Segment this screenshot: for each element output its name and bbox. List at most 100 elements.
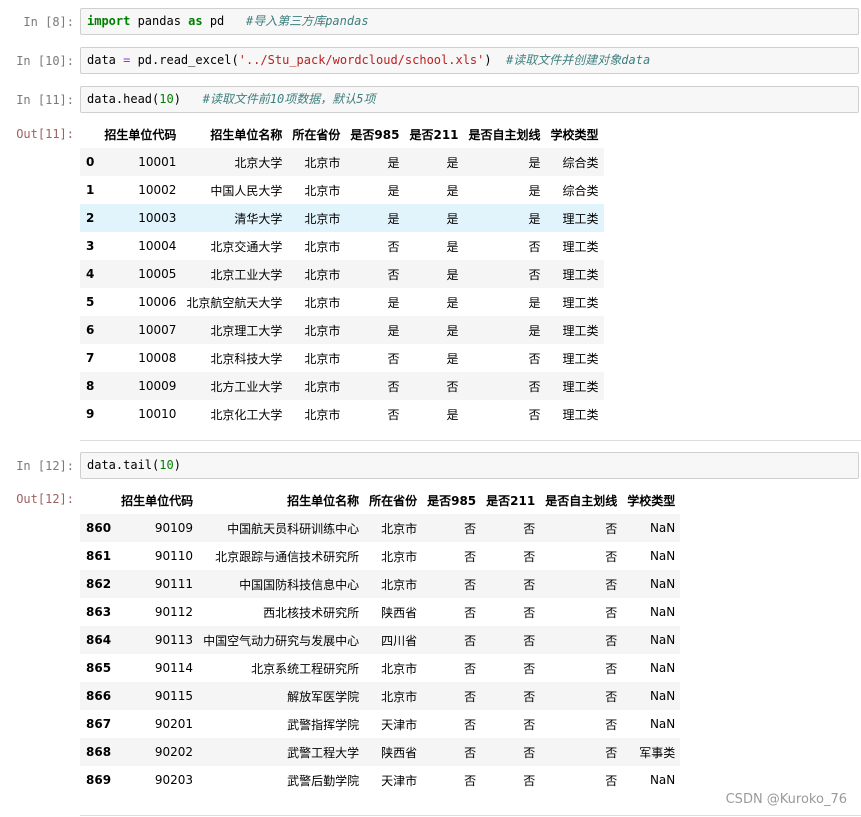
table-cell: 是 (446, 155, 459, 170)
row-index: 861 (86, 549, 112, 563)
table-cell: 北京跟踪与通信技术研究所 (215, 549, 360, 564)
code-cell-12[interactable]: data.tail(10) (80, 452, 859, 479)
table-row: 7 10008 北京科技大学 北京市 否 是 否 理工类 (80, 344, 604, 372)
code-text: data.tail( (87, 458, 160, 472)
code-cell-10[interactable]: data = pd.read_excel('../Stu_pack/wordcl… (80, 47, 859, 74)
table-cell: 天津市 (381, 773, 418, 788)
table-cell: 北京市 (381, 661, 418, 676)
column-header: 学校类型 (627, 493, 676, 508)
table-cell: 中国人民大学 (210, 183, 283, 198)
table-cell: 否 (446, 379, 459, 394)
table-cell: 是 (387, 155, 400, 170)
table-cell: 否 (523, 605, 536, 620)
table-cell: 西北核技术研究所 (263, 605, 360, 620)
column-header: 招生单位代码 (104, 127, 177, 142)
code-cell-11[interactable]: data.head(10) #读取文件前10项数据，默认5项 (80, 86, 859, 113)
table-cell: 否 (605, 717, 618, 732)
table-cell: 否 (528, 267, 541, 282)
table-cell: 否 (605, 605, 618, 620)
code-cell-8[interactable]: import pandas as pd #导入第三方库pandas (80, 8, 859, 35)
column-header: 招生单位名称 (210, 127, 283, 142)
table-cell: 否 (523, 717, 536, 732)
row-index: 7 (86, 351, 95, 365)
table-cell: 理工类 (562, 379, 599, 394)
table-cell: 否 (464, 633, 477, 648)
table-cell: 10010 (138, 407, 177, 421)
table-cell: 90109 (154, 521, 194, 535)
table-cell: 否 (605, 633, 618, 648)
row-index: 866 (86, 689, 112, 703)
table-cell: 否 (464, 605, 477, 620)
table-cell: 北京市 (304, 183, 341, 198)
table-cell: 否 (464, 717, 477, 732)
table-cell: 是 (387, 183, 400, 198)
table-row: 9 10010 北京化工大学 北京市 否 是 否 理工类 (80, 400, 604, 428)
table-cell: 90112 (154, 605, 194, 619)
cell-divider (80, 440, 861, 441)
cell-divider (80, 815, 861, 816)
head-dataframe-table: 招生单位代码 招生单位名称 所在省份 是否985 是否211 是否自主划线 学校类型 0 10… (80, 120, 604, 428)
table-cell: 10001 (138, 155, 177, 169)
table-cell: 否 (528, 407, 541, 422)
table-row: 861 90110 北京跟踪与通信技术研究所 北京市 否 否 否 NaN (80, 542, 680, 570)
table-cell: 是 (387, 323, 400, 338)
table-cell: 是 (387, 211, 400, 226)
table-cell: 是 (446, 351, 459, 366)
table-cell: 10008 (138, 351, 177, 365)
column-header: 是否985 (350, 127, 400, 142)
table-cell: 北京工业大学 (210, 267, 283, 282)
table-cell: 北京市 (304, 155, 341, 170)
table-cell: 北京市 (381, 577, 418, 592)
table-row: 864 90113 中国空气动力研究与发展中心 四川省 否 否 否 NaN (80, 626, 681, 654)
table-cell: 北京市 (304, 323, 341, 338)
row-index: 862 (86, 577, 112, 591)
table-cell: 90202 (154, 745, 194, 759)
column-header: 招生单位代码 (121, 493, 194, 508)
table-cell: 10004 (138, 239, 177, 253)
table-cell: 理工类 (562, 295, 599, 310)
code-text: ) (173, 458, 181, 472)
table-cell: 90201 (154, 717, 194, 731)
table-cell: 否 (387, 239, 400, 254)
column-header: 是否211 (486, 493, 536, 508)
row-index: 863 (86, 605, 112, 619)
table-cell: 理工类 (562, 407, 599, 422)
code-text: data.head( (87, 92, 160, 106)
row-index: 864 (86, 633, 112, 647)
row-index: 3 (86, 239, 95, 253)
input-prompt-10: In [10]: (16, 54, 74, 68)
table-cell: 是 (446, 323, 459, 338)
table-header-row: 招生单位代码 招生单位名称 所在省份 是否985 是否211 是否自主划线 学校类型 (80, 486, 680, 514)
table-cell: 否 (464, 745, 477, 760)
code-text: data (87, 53, 124, 67)
table-cell: 否 (523, 521, 536, 536)
table-cell: 北京市 (304, 351, 341, 366)
table-cell: 北京大学 (234, 155, 283, 170)
table-cell: 北京市 (381, 521, 418, 536)
table-cell: 北京市 (381, 549, 418, 564)
table-row: 5 10006 北京航空航天大学 北京市 是 是 是 理工类 (80, 288, 604, 316)
output-prompt-12: Out[12]: (16, 492, 74, 506)
table-cell: 否 (605, 661, 618, 676)
table-cell: 否 (464, 521, 477, 536)
table-cell: 是 (446, 267, 459, 282)
code-comment: #导入第三方库pandas (245, 14, 369, 28)
table-cell: 中国空气动力研究与发展中心 (203, 633, 360, 648)
table-cell: 北京系统工程研究所 (251, 661, 360, 676)
table-cell: 否 (387, 407, 400, 422)
table-cell: 是 (528, 323, 541, 338)
table-cell: 北京市 (304, 267, 341, 282)
table-cell: 解放军医学院 (287, 689, 360, 704)
table-cell: 10003 (138, 211, 177, 225)
row-index: 868 (86, 745, 112, 759)
table-cell: 否 (464, 689, 477, 704)
table-cell: 武警指挥学院 (287, 717, 360, 732)
table-cell: 否 (387, 267, 400, 282)
table-cell: 理工类 (562, 239, 599, 254)
row-index: 8 (86, 379, 95, 393)
column-header: 是否985 (427, 493, 477, 508)
table-cell: 综合类 (562, 183, 599, 198)
table-cell: 北京交通大学 (210, 239, 283, 254)
table-cell: 北京市 (304, 379, 341, 394)
table-cell: 北方工业大学 (210, 379, 283, 394)
